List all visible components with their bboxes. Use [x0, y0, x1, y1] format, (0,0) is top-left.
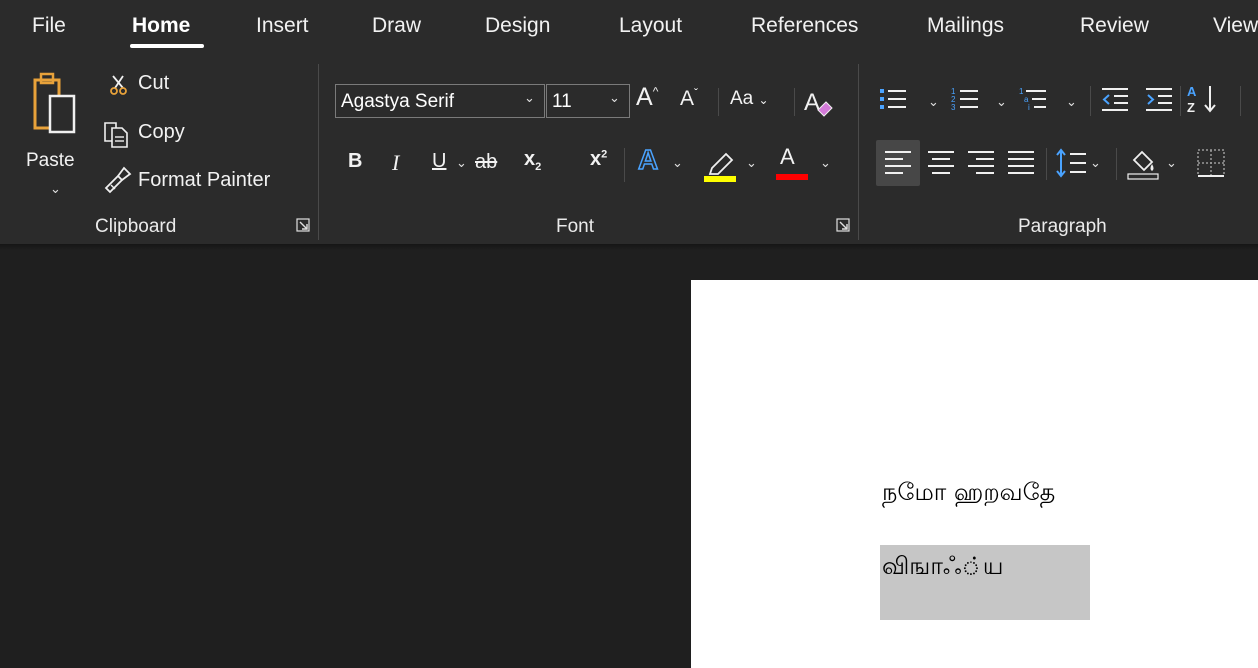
align-left-icon: [885, 151, 911, 174]
justify-icon[interactable]: [1006, 148, 1036, 178]
font-name-value: Agastya Serif: [341, 91, 454, 112]
svg-text:Z: Z: [1187, 100, 1195, 115]
superscript-button[interactable]: x2: [590, 148, 607, 171]
clear-formatting-icon[interactable]: A: [802, 86, 834, 118]
decrease-indent-icon[interactable]: [1100, 84, 1130, 114]
tab-layout[interactable]: Layout: [619, 14, 682, 38]
cut-button[interactable]: Cut: [106, 70, 196, 102]
svg-text:3: 3: [951, 103, 956, 112]
svg-text:i: i: [1028, 103, 1030, 112]
document-line-selected[interactable]: விஙாஃ்ய: [882, 552, 1004, 583]
multilevel-list-icon[interactable]: 1 a i: [1018, 84, 1048, 114]
tab-design[interactable]: Design: [485, 14, 550, 38]
highlight-dropdown-chevron-icon[interactable]: ⌄: [746, 155, 757, 171]
svg-text:A: A: [804, 89, 820, 116]
font-group-label: Font: [556, 216, 595, 237]
shrink-font-icon[interactable]: Aˇ: [680, 86, 698, 111]
clipboard-group-label: Clipboard: [95, 216, 177, 237]
copy-button[interactable]: Copy: [100, 118, 210, 152]
font-name-combo[interactable]: Agastya Serif ⌄: [335, 84, 545, 118]
svg-text:A: A: [1187, 84, 1197, 99]
multilevel-dropdown-chevron-icon[interactable]: ⌄: [1066, 94, 1077, 110]
bullets-icon[interactable]: [878, 84, 908, 114]
active-tab-indicator: [130, 44, 204, 48]
divider: [1180, 86, 1181, 116]
numbering-icon[interactable]: 1 2 3: [950, 84, 980, 114]
tab-home[interactable]: Home: [132, 14, 190, 38]
tab-insert[interactable]: Insert: [256, 14, 309, 38]
paste-button[interactable]: Paste ⌄: [26, 68, 88, 198]
chevron-down-icon: ⌄: [524, 90, 535, 105]
line-spacing-dropdown-chevron-icon[interactable]: ⌄: [1090, 155, 1101, 171]
underline-dropdown-chevron-icon[interactable]: ⌄: [456, 155, 467, 171]
underline-button[interactable]: U: [432, 150, 446, 173]
text-effects-dropdown-chevron-icon[interactable]: ⌄: [672, 155, 683, 171]
clipboard-dialog-launcher-icon[interactable]: [296, 218, 310, 232]
strikethrough-button[interactable]: ab: [475, 151, 497, 174]
align-right-icon[interactable]: [966, 148, 996, 178]
line-spacing-icon[interactable]: [1056, 148, 1088, 178]
font-color-swatch: [776, 174, 808, 180]
divider: [794, 88, 795, 116]
chevron-down-icon: ⌄: [609, 90, 620, 105]
font-color-letter: A: [780, 144, 795, 169]
sort-icon[interactable]: A Z: [1186, 82, 1220, 116]
bold-button[interactable]: B: [348, 150, 362, 173]
tab-view[interactable]: View: [1213, 14, 1258, 38]
tab-file[interactable]: File: [32, 14, 66, 38]
increase-indent-icon[interactable]: [1144, 84, 1174, 114]
shading-bucket-icon[interactable]: [1126, 146, 1160, 180]
tab-mailings[interactable]: Mailings: [927, 14, 1004, 38]
group-divider: [858, 64, 859, 240]
text-effects-button[interactable]: A: [637, 143, 659, 176]
tab-references[interactable]: References: [751, 14, 858, 38]
divider: [624, 148, 625, 182]
cut-label: Cut: [138, 72, 170, 94]
font-size-value: 11: [552, 91, 572, 112]
italic-button[interactable]: I: [392, 150, 399, 176]
tab-review[interactable]: Review: [1080, 14, 1149, 38]
align-center-icon[interactable]: [926, 148, 956, 178]
align-left-button[interactable]: [876, 140, 920, 186]
font-color-dropdown-chevron-icon[interactable]: ⌄: [820, 155, 831, 171]
scissors-icon: [110, 75, 127, 95]
font-color-button[interactable]: A: [774, 144, 810, 182]
divider: [1116, 148, 1117, 180]
grow-font-icon[interactable]: A^: [636, 83, 658, 112]
divider: [1240, 86, 1241, 116]
tab-draw[interactable]: Draw: [372, 14, 421, 38]
paste-label: Paste: [26, 150, 75, 171]
format-painter-label: Format Painter: [138, 169, 271, 191]
shading-dropdown-chevron-icon[interactable]: ⌄: [1166, 155, 1177, 171]
font-dialog-launcher-icon[interactable]: [836, 218, 850, 232]
highlight-color-swatch: [704, 176, 736, 182]
format-painter-brush-icon: [104, 166, 132, 194]
copy-label: Copy: [138, 121, 185, 143]
subscript-button[interactable]: x2: [524, 148, 541, 173]
ribbon-home: Paste ⌄ Cut Copy Format Painter Clipboar…: [0, 56, 1258, 244]
subscript-label: x: [524, 148, 536, 170]
clipboard-paste-icon: [33, 72, 76, 134]
copy-icon: [104, 122, 128, 148]
document-line[interactable]: நமோ ஹறவதே: [882, 478, 1055, 509]
divider: [1046, 148, 1047, 180]
divider: [718, 88, 719, 116]
superscript-label: x: [590, 148, 602, 170]
borders-icon[interactable]: [1196, 148, 1226, 178]
ribbon-tab-bar: File Home Insert Draw Design Layout Refe…: [0, 0, 1258, 56]
highlighter-icon[interactable]: [702, 146, 738, 182]
font-size-combo[interactable]: 11 ⌄: [546, 84, 630, 118]
bullets-dropdown-chevron-icon[interactable]: ⌄: [928, 94, 939, 110]
paragraph-group-label: Paragraph: [1018, 216, 1107, 237]
group-divider: [318, 64, 319, 240]
divider: [1090, 86, 1091, 116]
format-painter-button[interactable]: Format Painter: [100, 162, 300, 198]
paste-dropdown-chevron-icon[interactable]: ⌄: [50, 181, 61, 197]
change-case-label: Aa: [730, 88, 754, 109]
change-case-button[interactable]: Aa ⌄: [730, 88, 769, 110]
numbering-dropdown-chevron-icon[interactable]: ⌄: [996, 94, 1007, 110]
